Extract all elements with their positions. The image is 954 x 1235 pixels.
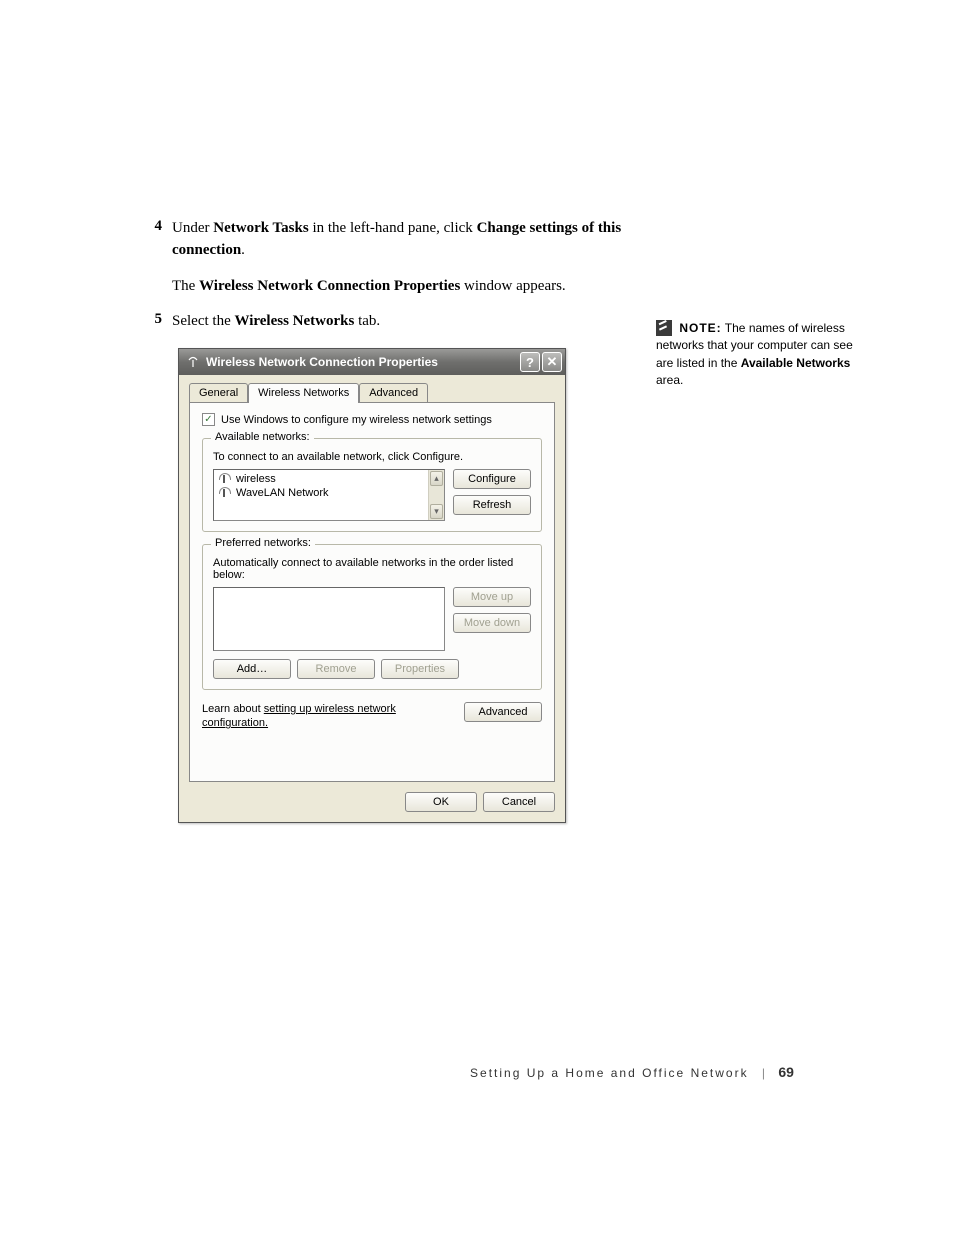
- preferred-desc: Automatically connect to available netwo…: [213, 557, 531, 581]
- tab-general[interactable]: General: [189, 383, 248, 402]
- ok-button[interactable]: OK: [405, 792, 477, 812]
- available-desc: To connect to an available network, clic…: [213, 451, 531, 463]
- step4-text: Under Network Tasks in the left-hand pan…: [172, 218, 672, 262]
- refresh-button[interactable]: Refresh: [453, 495, 531, 515]
- advanced-button[interactable]: Advanced: [464, 702, 542, 722]
- step5-number: 5: [148, 311, 172, 333]
- move-up-button[interactable]: Move up: [453, 587, 531, 607]
- available-networks-list[interactable]: wireless WaveLAN Network ▴ ▾: [213, 469, 445, 521]
- properties-dialog: Wireless Network Connection Properties ?…: [178, 348, 566, 823]
- note-sidebar: NOTE: The names of wireless networks tha…: [656, 320, 856, 390]
- move-down-button[interactable]: Move down: [453, 613, 531, 633]
- tab-advanced[interactable]: Advanced: [359, 383, 428, 402]
- antenna-icon: [218, 487, 230, 499]
- available-legend: Available networks:: [211, 431, 314, 443]
- configure-button[interactable]: Configure: [453, 469, 531, 489]
- use-windows-label: Use Windows to configure my wireless net…: [221, 414, 492, 426]
- preferred-networks-group: Preferred networks: Automatically connec…: [202, 544, 542, 690]
- page-footer: Setting Up a Home and Office Network | 6…: [0, 1064, 954, 1080]
- help-button[interactable]: ?: [520, 352, 540, 372]
- preferred-networks-list[interactable]: [213, 587, 445, 651]
- wireless-icon: [185, 354, 201, 370]
- properties-button[interactable]: Properties: [381, 659, 459, 679]
- scroll-down-button[interactable]: ▾: [430, 504, 443, 519]
- preferred-legend: Preferred networks:: [211, 537, 315, 549]
- dialog-titlebar[interactable]: Wireless Network Connection Properties ?…: [179, 349, 565, 375]
- available-networks-group: Available networks: To connect to an ava…: [202, 438, 542, 532]
- scroll-up-button[interactable]: ▴: [430, 471, 443, 486]
- note-icon: [656, 320, 672, 336]
- use-windows-checkbox[interactable]: ✓: [202, 413, 215, 426]
- dialog-title: Wireless Network Connection Properties: [206, 355, 518, 369]
- tab-wireless-networks[interactable]: Wireless Networks: [248, 383, 359, 403]
- list-item[interactable]: wireless: [214, 472, 428, 486]
- scrollbar[interactable]: ▴ ▾: [428, 470, 444, 520]
- cancel-button[interactable]: Cancel: [483, 792, 555, 812]
- learn-text: Learn about setting up wireless network …: [202, 702, 454, 731]
- add-button[interactable]: Add…: [213, 659, 291, 679]
- antenna-icon: [218, 473, 230, 485]
- remove-button[interactable]: Remove: [297, 659, 375, 679]
- list-item[interactable]: WaveLAN Network: [214, 486, 428, 500]
- close-button[interactable]: ✕: [542, 352, 562, 372]
- step4-result: The Wireless Network Connection Properti…: [172, 276, 672, 298]
- step4-number: 4: [148, 218, 172, 262]
